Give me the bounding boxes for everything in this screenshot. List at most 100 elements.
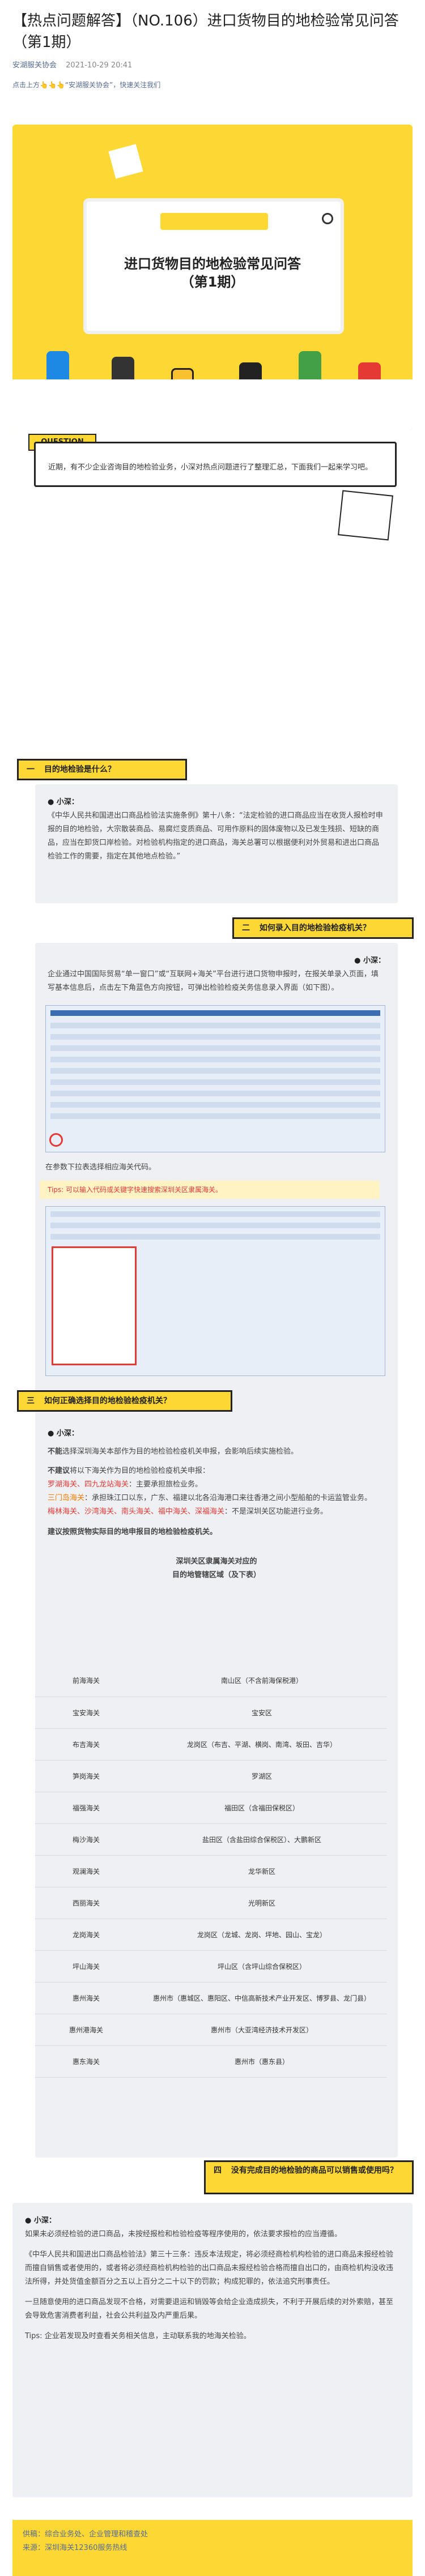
table-title: 深圳关区隶属海关对应的 目的地管辖区域（及下表） — [48, 1555, 385, 1582]
table-row: 前海海关 南山区（不含前海保税港） — [35, 1665, 386, 1697]
tip-label: ● 小深： — [48, 1429, 79, 1438]
declaration-form-screenshot — [45, 1005, 385, 1152]
jurisdiction-cell: 惠州市（大亚湾经济技术开发区） — [137, 2014, 386, 2046]
jurisdiction-cell: 盐田区（含盐田综合保税区）、大鹏新区 — [137, 1823, 386, 1856]
jurisdiction-cell: 坪山区（含坪山综合保税区） — [137, 1950, 386, 1983]
tips-text: Tips: 企业若发现及时查看关务相关信息，主动联系我的地海关检验。 — [25, 2332, 251, 2340]
jurisdiction-cell: 龙华新区 — [137, 1855, 386, 1887]
customs-office-cell: 宝安海关 — [35, 1697, 137, 1729]
tip-label: ● 小深： — [48, 798, 79, 806]
paragraph: 一旦随意使用的进口商品发现不合格，对需要退运和销毁等会给企业造成损失，不利于开展… — [25, 2298, 394, 2320]
table-row: 惠州港海关 惠州市（大亚湾经济技术开发区） — [35, 2014, 386, 2046]
customs-office-cell: 惠州港海关 — [35, 2014, 137, 2046]
publish-date: 2021-10-29 20:41 — [66, 61, 133, 70]
customs-code-screenshot — [45, 1206, 385, 1376]
account-link[interactable]: 安湖服关协会 — [12, 61, 57, 70]
jurisdiction-cell: 南山区（不含前海保税港） — [137, 1665, 386, 1697]
section-title: 没有完成目的地检验的商品可以销售或使用吗？ — [231, 2166, 398, 2175]
emphasis: 不能 — [48, 1447, 63, 1456]
section-heading-2: 二 如何录入目的地检验检疫机关？ — [232, 917, 414, 939]
section-number: 四 — [214, 2166, 222, 2175]
footer: 供稿：综合业务处、企业管理和稽查处 来源：深圳海关12360服务热线 — [12, 2520, 413, 2576]
question-text: 近期，有不少企业咨询目的地检验业务，小深对热点问题进行了整理汇总，下面我们一起来… — [48, 463, 373, 472]
table-row: 龙岗海关 龙岗区（龙城、龙岗、坪地、园山、宝龙） — [35, 1919, 386, 1951]
table-row: 观澜海关 龙华新区 — [35, 1855, 386, 1887]
highlight-text: 三门岛海关 — [48, 1494, 85, 1502]
hero-footer-bar — [12, 379, 413, 430]
paragraph: 建议按照货物实际目的地申报目的地检验检疫机关。 — [48, 1528, 218, 1536]
follow-prompt[interactable]: 点击上方👆👆👆“安湖服关协会”，快速关注我们 — [0, 70, 425, 89]
paragraph: 选择深圳海关本部作为目的地检验检疫机关申报，会影响后续实施检验。 — [62, 1447, 299, 1456]
paragraph: ：承担珠江口以东，广东、福建以北各沿海港口来往香港之间小型船舶的卡运监管业务。 — [84, 1494, 372, 1502]
jurisdiction-cell: 福田区（含福田保税区） — [137, 1792, 386, 1824]
hero-title: 进口货物目的地检验常见问答 （第1期） — [12, 255, 413, 291]
table-title-line2: 目的地管辖区域（及下表） — [172, 1571, 261, 1579]
customs-office-cell: 惠东海关 — [35, 2045, 137, 2078]
paper-icon — [108, 144, 143, 179]
customs-office-cell: 笋岗海关 — [35, 1760, 137, 1792]
table-row: 布吉海关 龙岗区（布吉、平湖、横岗、南湾、坂田、吉华） — [35, 1728, 386, 1761]
paragraph: ：主要承担旅检业务。 — [129, 1480, 203, 1489]
footer-source: 供稿：综合业务处、企业管理和稽查处 — [23, 2530, 148, 2539]
section-title: 如何正确选择目的地检验检疫机关？ — [44, 1396, 171, 1406]
table-row: 笋岗海关 罗湖区 — [35, 1760, 386, 1792]
customs-office-cell: 观澜海关 — [35, 1855, 137, 1887]
article-title: 【热点问题解答】（NO.106）进口货物目的地检验常见问答 （第1期） — [12, 12, 399, 51]
highlight-text: 罗湖海关、四九龙站海关 — [48, 1480, 129, 1489]
footer-origin: 来源：深圳海关12360服务热线 — [23, 2544, 128, 2552]
section-body: 《中华人民共和国进出口商品检验法实施条例》第十八条：“法定检验的进口商品应当在收… — [48, 811, 383, 861]
paragraph: 如果未必须经检验的进口商品，未按经报检和检验检疫等程序使用的，依法要求报检的应当… — [25, 2230, 342, 2238]
highlight-text: 梅林海关、沙湾海关、南头海关、福中海关、深福海关 — [48, 1507, 225, 1516]
customs-office-cell: 惠州海关 — [35, 1982, 137, 2014]
hero-illustration: 进口货物目的地检验常见问答 （第1期） — [12, 125, 413, 430]
paragraph: 将以下海关作为目的地检验检疫机关申报： — [70, 1467, 210, 1475]
monitor-header-bar — [160, 213, 268, 230]
jurisdiction-cell: 龙岗区（布吉、平湖、横岗、南湾、坂田、吉华） — [137, 1728, 386, 1761]
customs-office-cell: 梅沙海关 — [35, 1823, 137, 1856]
section-card-4: ● 小深： 如果未必须经检验的进口商品，未按经报检和检验检疫等程序使用的，依法要… — [12, 2203, 413, 2497]
tip-label: ● 小深： — [25, 2216, 56, 2225]
emphasis: 不建议 — [48, 1467, 70, 1475]
table-row: 惠州海关 惠州市（惠城区、惠阳区、中信高新技术产业开发区、博罗县、龙门县） — [35, 1982, 386, 2014]
section-body: 企业通过中国国际贸易“单一窗口”或“互联网+海关”平台进行进口货物申报时，在报关… — [48, 970, 379, 992]
table-row: 坪山海关 坪山区（含坪山综合保税区） — [35, 1950, 386, 1983]
customs-office-cell: 福强海关 — [35, 1792, 137, 1824]
tip-label: ● 小深： — [354, 956, 385, 965]
table-row: 惠东海关 惠州市（惠东县） — [35, 2045, 386, 2078]
customs-office-cell: 布吉海关 — [35, 1728, 137, 1761]
customs-region-table: 前海海关 南山区（不含前海保税港） 宝安海关 宝安区 布吉海关 龙岗区（布吉、平湖、横岗、… — [35, 1665, 386, 2078]
jurisdiction-cell: 罗湖区 — [137, 1760, 386, 1792]
customs-office-cell: 前海海关 — [35, 1665, 137, 1697]
section-number: 二 — [242, 924, 250, 933]
jurisdiction-cell: 惠州市（惠城区、惠阳区、中信高新技术产业开发区、博罗县、龙门县） — [137, 1982, 386, 2014]
table-row: 福强海关 福田区（含福田保税区） — [35, 1792, 386, 1824]
table-row: 梅沙海关 盐田区（含盐田综合保税区）、大鹏新区 — [35, 1823, 386, 1856]
customs-office-cell: 西丽海关 — [35, 1887, 137, 1919]
customs-office-cell: 龙岗海关 — [35, 1919, 137, 1951]
section-title: 如何录入目的地检验检疫机关？ — [259, 924, 371, 933]
section-number: 三 — [27, 1396, 35, 1406]
paragraph: 《中华人民共和国进出口商品检验法》第三十三条：违反本法规定，将必须经商检机构检验… — [25, 2250, 394, 2286]
paragraph: ：不是深圳关区功能进行业务。 — [224, 1507, 328, 1516]
jurisdiction-cell: 光明新区 — [137, 1887, 386, 1919]
jurisdiction-cell: 龙岗区（龙城、龙岗、坪地、园山、宝龙） — [137, 1919, 386, 1951]
table-row: 宝安海关 宝安区 — [35, 1697, 386, 1729]
hero-title-line1: 进口货物目的地检验常见问答 — [124, 256, 301, 272]
tip-bar: Tips: 可以输入代码或关键字快速搜索深圳关区隶属海关。 — [40, 1181, 380, 1199]
section-number: 一 — [27, 765, 35, 774]
hero-title-line2: （第1期） — [180, 274, 245, 290]
article-meta: 安湖服关协会 2021-10-29 20:41 — [0, 53, 425, 70]
section-heading-3: 三 如何正确选择目的地检验检疫机关？ — [17, 1390, 232, 1412]
question-box: 近期，有不少企业咨询目的地检验业务，小深对热点问题进行了整理汇总，下面我们一起来… — [34, 442, 397, 487]
section-heading-1: 一 目的地检验是什么？ — [17, 759, 187, 780]
section-heading-4: 四 没有完成目的地检验的商品可以销售或使用吗？ — [204, 2160, 414, 2194]
jurisdiction-cell: 惠州市（惠东县） — [137, 2045, 386, 2078]
direction-button-icon — [49, 1133, 63, 1147]
camera-icon — [322, 213, 333, 224]
dropdown-list-highlight — [52, 1246, 137, 1365]
section-card-1: ● 小深： 《中华人民共和国进出口商品检验法实施条例》第十八条：“法定检验的进口… — [35, 784, 398, 903]
memo-paper-icon — [338, 490, 393, 541]
section-title: 目的地检验是什么？ — [44, 765, 116, 774]
table-row: 西丽海关 光明新区 — [35, 1887, 386, 1919]
section-note: 在参数下拉表选择相应海关代码。 — [45, 1163, 156, 1172]
